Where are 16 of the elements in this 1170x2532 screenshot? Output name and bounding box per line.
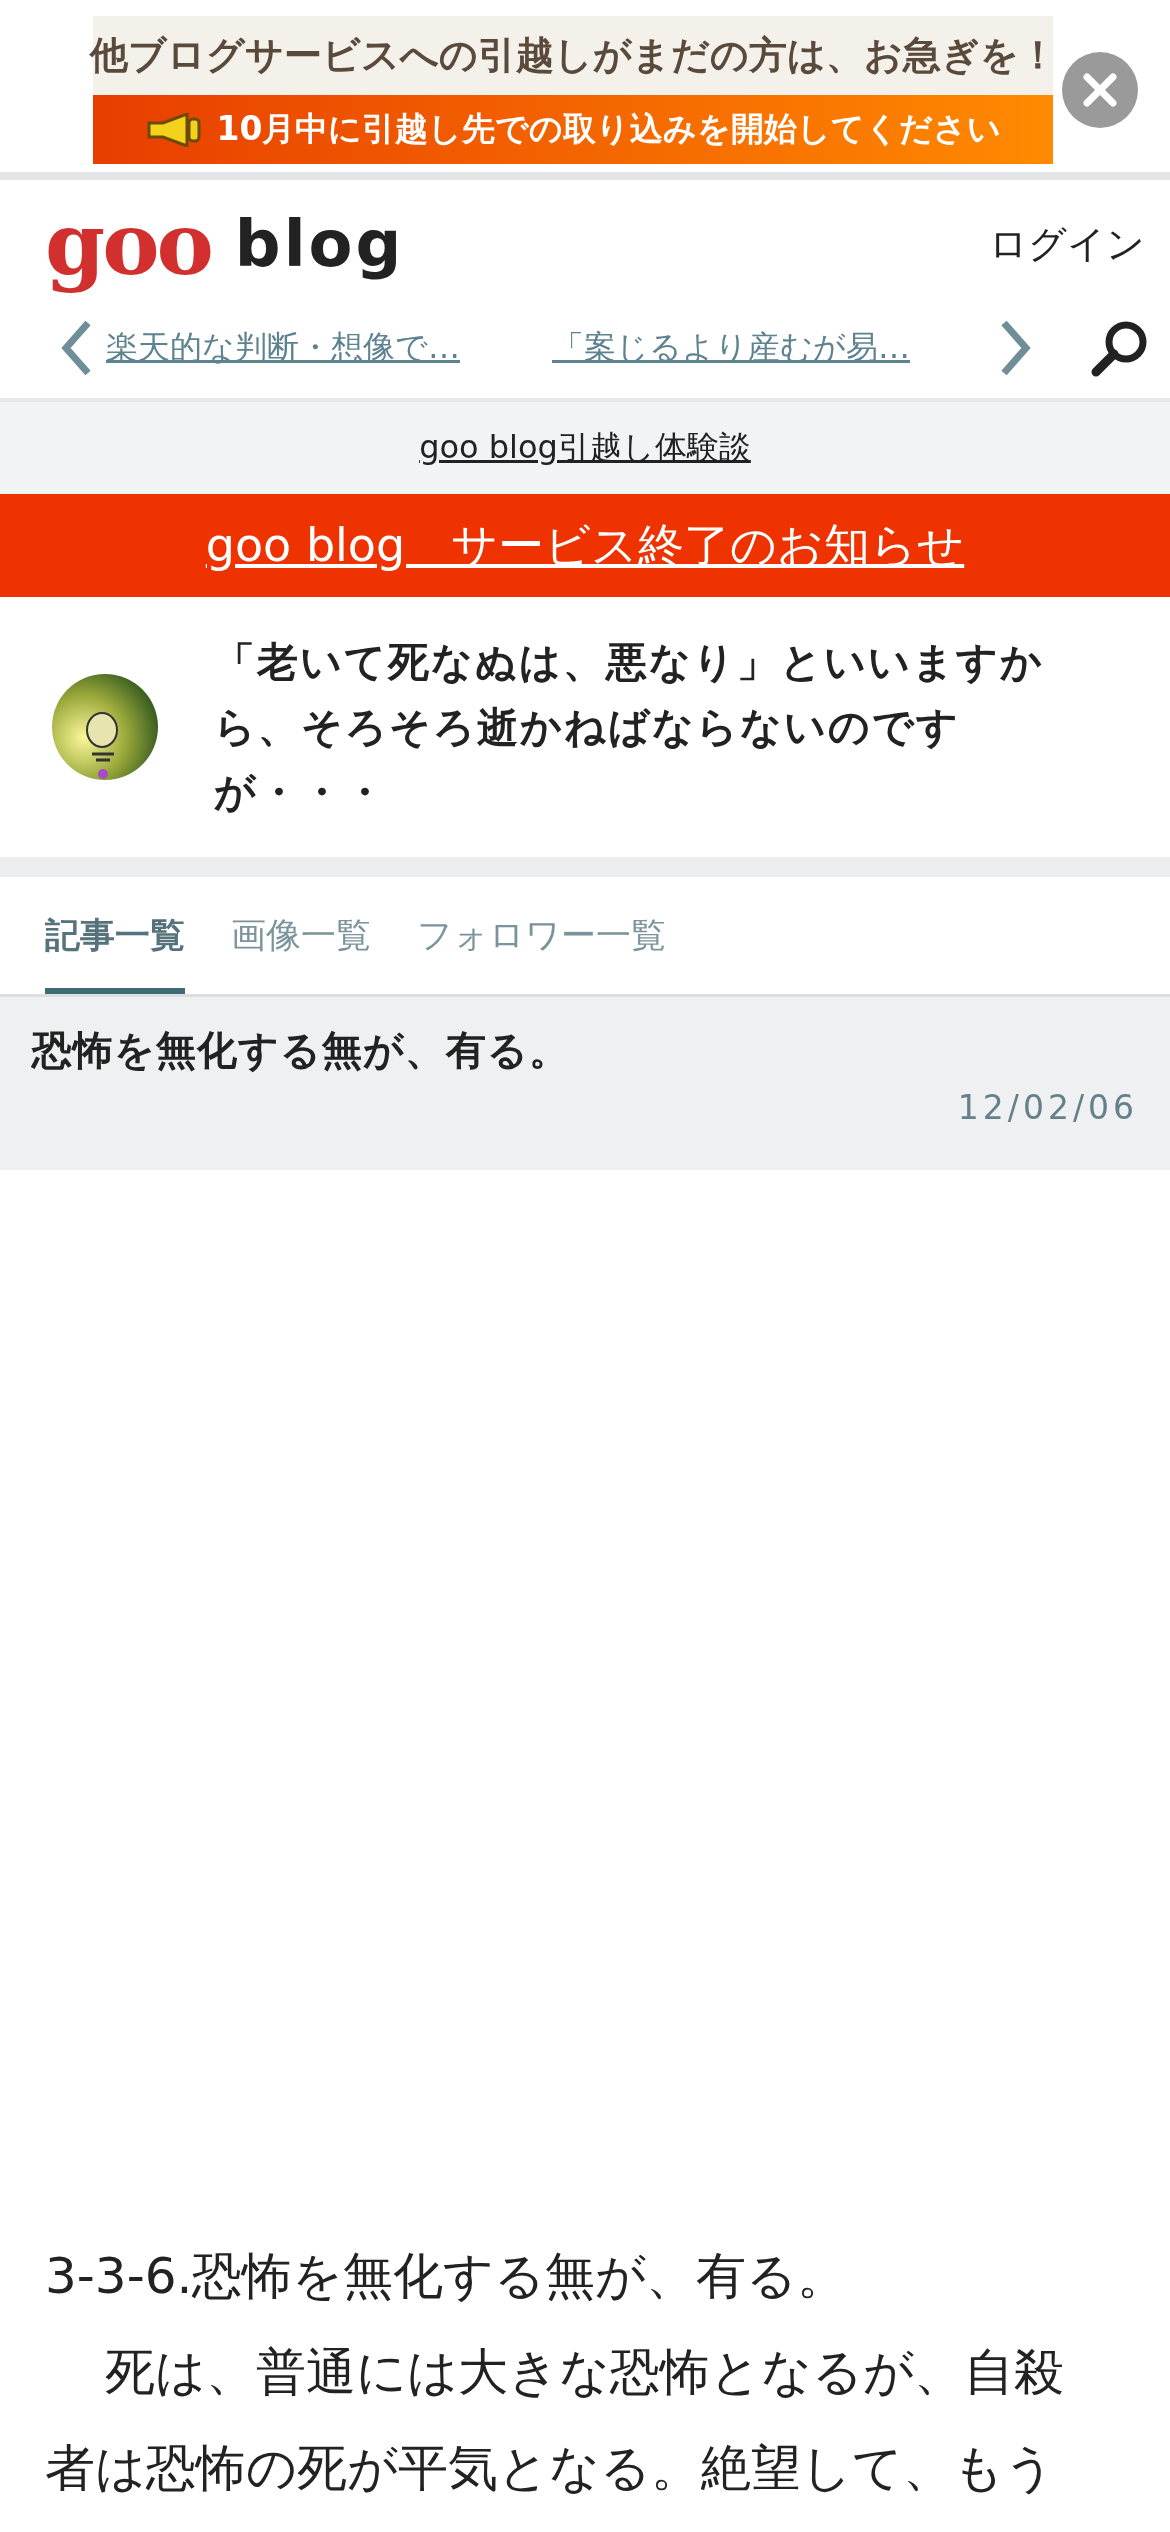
service-end-link[interactable]: goo blog サービス終了のお知らせ (205, 514, 965, 577)
next-article-link[interactable]: 「案じるより産むが易… (552, 326, 986, 370)
banner-subline: 10月中に引越し先での取り込みを開始してください (216, 108, 1002, 150)
tab[interactable]: フォロワー一覧 (417, 877, 666, 994)
close-icon[interactable] (1062, 52, 1138, 128)
migration-story-link[interactable]: goo blog引越し体験談 (419, 426, 751, 470)
article-heading: 3-3-6.恐怖を無化する無が、有る。 (45, 2246, 849, 2307)
tab[interactable]: 画像一覧 (231, 877, 371, 994)
article-date: 12/02/06 (957, 1088, 1138, 1127)
avatar-icon[interactable] (52, 674, 158, 780)
login-link[interactable]: ログイン (989, 208, 1145, 270)
article-paragraph: 死は、普通には大きな恐怖となるが、自殺者は恐怖の死が平気となる。絶望して、もう (45, 2342, 1065, 2499)
blog-title[interactable]: 「老いて死なぬは、悪なり」といいますから、そろそろ逝かねばならないのですが・・・ (214, 629, 1094, 825)
logo-mark[interactable]: goo (45, 190, 215, 298)
previous-article-link[interactable]: 楽天的な判断・想像で… (106, 326, 540, 370)
article-title: 恐怖を無化する無が、有る。 (32, 1026, 571, 1075)
